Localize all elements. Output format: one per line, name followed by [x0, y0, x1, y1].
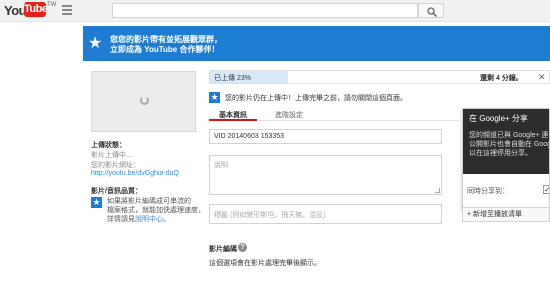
star-icon: ★: [209, 92, 220, 103]
video-url-link[interactable]: http://youtu.be/dvGghia-duQ: [91, 170, 179, 177]
youtube-logo-badge[interactable]: Tube: [24, 2, 48, 17]
upload-notice: 您的影片仍在上傳中！上傳完畢之前，請勿關閉這個頁面。: [225, 95, 407, 102]
upload-status-value: 影片上傳中...: [91, 152, 132, 159]
add-to-playlist-button[interactable]: + 新增至播放清單: [462, 207, 550, 222]
resize-grip-icon[interactable]: [435, 188, 440, 193]
quality-info-prefix: 詳情請見: [107, 216, 135, 223]
quality-info-text: 詳情請見說明中心。: [107, 214, 170, 224]
help-center-link[interactable]: 說明中心: [135, 216, 163, 223]
quality-info-suffix: 。: [163, 216, 170, 223]
google-plus-share-popup: 在 Google+ 分享 您的頻道已與 Google+ 連 公開影片也會自動在 …: [462, 108, 550, 211]
star-icon: ★: [91, 197, 102, 208]
category-label: 影片編碼: [209, 246, 237, 253]
share-checkbox[interactable]: ✓: [543, 185, 549, 194]
tags-field[interactable]: 標籤 (例如變形斯坦、飛天豬、混反): [209, 204, 442, 224]
search-button[interactable]: [418, 3, 444, 18]
description-placeholder: 說明: [214, 162, 228, 169]
masthead: You Tube TW: [0, 0, 550, 22]
popup-text: 以在這裡停用分享。: [469, 150, 532, 157]
popup-header: 在 Google+ 分享: [463, 109, 549, 126]
category-note: 這個選項會在影片處理完畢後顯示。: [209, 260, 321, 267]
guide-menu-icon[interactable]: [62, 5, 72, 15]
video-thumbnail: [91, 71, 196, 132]
quality-info-label: 影片/音訊品質：: [91, 188, 142, 195]
description-field[interactable]: 說明: [209, 155, 442, 195]
search-icon: [427, 7, 438, 18]
partner-banner[interactable]: ★ 您您的影片帶有並拓展觀眾群， 立即成為 YouTube 合作夥伴！: [83, 26, 550, 61]
popup-title: 在 Google+ 分享: [469, 114, 528, 123]
tab-advanced-settings[interactable]: 進階設定: [265, 110, 313, 120]
search-input[interactable]: [112, 3, 418, 18]
close-icon[interactable]: ✕: [538, 72, 546, 83]
tags-placeholder: 標籤 (例如變形斯坦、飛天豬、混反): [214, 212, 326, 219]
loading-spinner-icon: [140, 96, 149, 105]
upload-progress-label: 已上傳 23%: [214, 75, 251, 82]
region-label: TW: [47, 2, 57, 8]
popup-body: 您的頻道已與 Google+ 連 公開影片也會自動在 Goog 以在這裡停用分享…: [463, 126, 549, 174]
share-to-label: 同時分享到：: [467, 188, 509, 195]
title-field[interactable]: VID 20140603 153353: [209, 129, 442, 144]
tab-basic-info[interactable]: 基本資訊: [209, 110, 257, 121]
upload-status-label: 上傳狀態：: [91, 142, 126, 149]
youtube-logo-text[interactable]: You: [4, 3, 27, 18]
video-url-label: 您的影片網址：: [91, 162, 140, 169]
help-icon[interactable]: ?: [238, 243, 247, 252]
star-icon: ★: [88, 35, 103, 52]
banner-text-line2: 立即成為 YouTube 合作夥伴！: [110, 45, 220, 54]
time-remaining: 還剩 4 分鐘。: [480, 75, 523, 82]
